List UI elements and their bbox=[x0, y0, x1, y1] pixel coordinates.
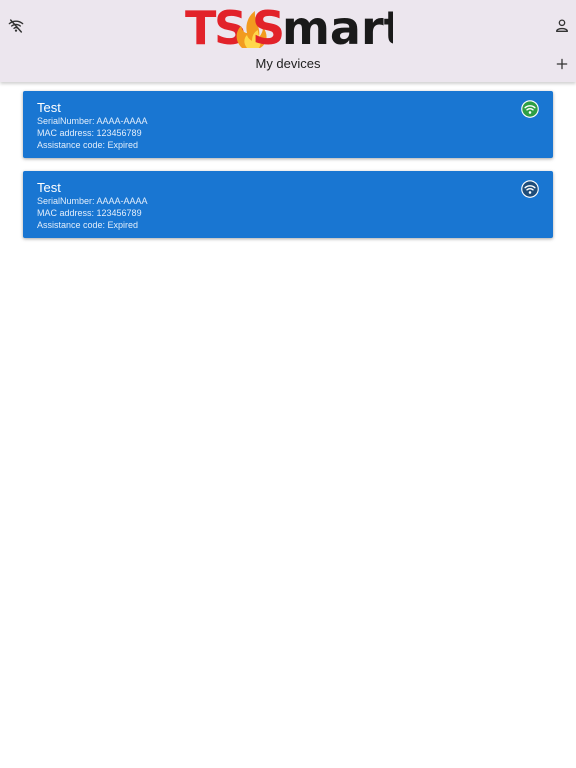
svg-text:S: S bbox=[252, 6, 285, 50]
wifi-icon bbox=[521, 180, 539, 198]
add-icon bbox=[556, 58, 568, 70]
device-assistance-code: Assistance code: Expired bbox=[37, 140, 139, 150]
device-name: Test bbox=[37, 180, 61, 195]
device-card[interactable]: Test SerialNumber: AAAA-AAAA MAC address… bbox=[23, 91, 553, 158]
ts-smart-logo: T S S mart bbox=[185, 6, 393, 50]
add-device-button[interactable] bbox=[550, 52, 574, 76]
device-card[interactable]: Test SerialNumber: AAAA-AAAA MAC address… bbox=[23, 171, 553, 238]
device-mac-address: MAC address: 123456789 bbox=[37, 128, 142, 138]
page-title: My devices bbox=[255, 56, 321, 71]
device-name: Test bbox=[37, 100, 61, 115]
wifi-off-icon[interactable] bbox=[4, 14, 28, 38]
device-serial-number: SerialNumber: AAAA-AAAA bbox=[37, 116, 148, 126]
svg-text:T: T bbox=[185, 6, 217, 50]
wifi-icon bbox=[521, 100, 539, 118]
device-serial-number: SerialNumber: AAAA-AAAA bbox=[37, 196, 148, 206]
app-header: T S S mart My devices bbox=[0, 0, 576, 82]
person-icon[interactable] bbox=[550, 14, 574, 38]
device-mac-address: MAC address: 123456789 bbox=[37, 208, 142, 218]
svg-text:mart: mart bbox=[282, 6, 393, 50]
device-assistance-code: Assistance code: Expired bbox=[37, 220, 139, 230]
